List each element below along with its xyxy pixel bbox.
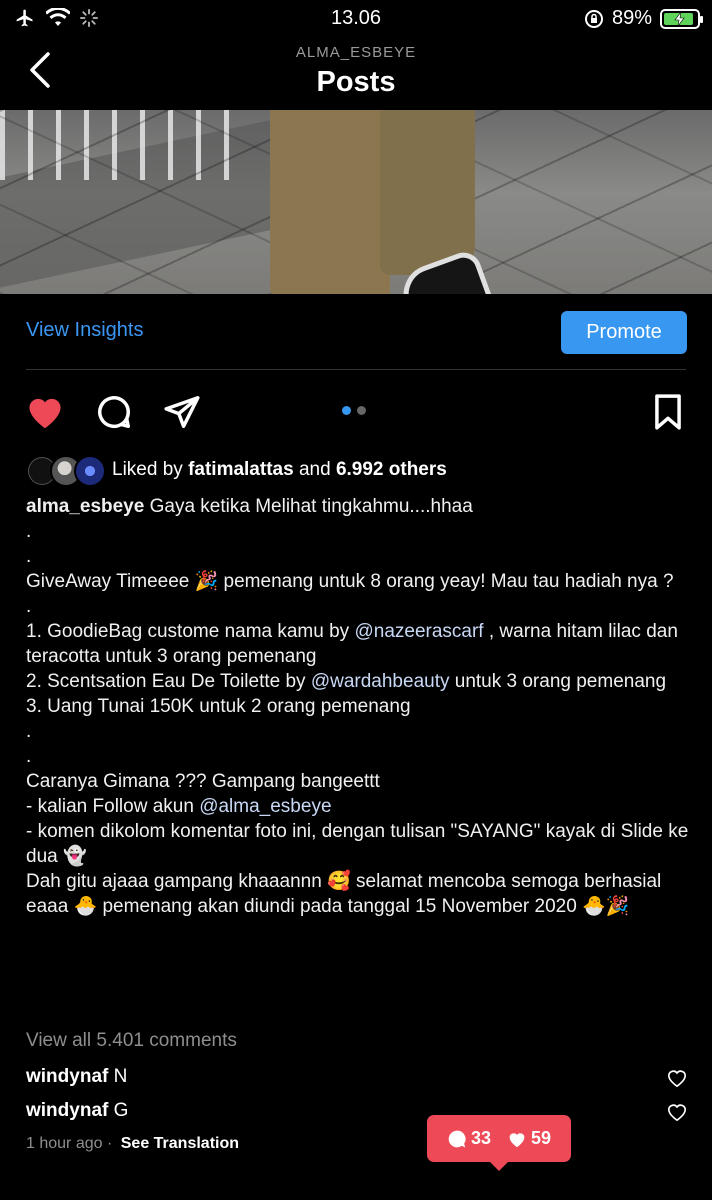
promote-button[interactable]: Promote — [561, 311, 687, 354]
notif-likes: 59 — [507, 1128, 551, 1149]
comment-username[interactable]: windynaf — [26, 1066, 108, 1087]
notif-comments: 33 — [447, 1128, 491, 1149]
avatar — [74, 455, 106, 487]
caption-line: GiveAway Timeeee 🎉 pemenang untuk 8 oran… — [26, 571, 674, 592]
comment-like-icon[interactable] — [666, 1068, 688, 1088]
carousel-dot-active — [342, 406, 351, 415]
caption-line: - komen dikolom komentar foto ini, denga… — [26, 821, 689, 867]
caption-line: . — [26, 521, 32, 542]
view-all-comments-link[interactable]: View all 5.401 comments — [26, 1030, 237, 1052]
mention-link[interactable]: @nazeerascarf — [354, 621, 483, 642]
account-name: ALMA_ESBEYE — [295, 44, 417, 61]
carousel-dot — [357, 406, 366, 415]
status-right-icons: 89% — [584, 7, 703, 30]
caption-line: 1. GoodieBag custome nama kamu by @nazee… — [26, 621, 678, 667]
page-title: Posts — [316, 66, 396, 98]
caption-line: 3. Uang Tunai 150K untuk 2 orang pemenan… — [26, 696, 411, 717]
nav-bar: ALMA_ESBEYE Posts — [0, 36, 712, 110]
mention-link[interactable]: @wardahbeauty — [311, 671, 450, 692]
liker-username[interactable]: fatimalattas — [188, 459, 294, 481]
comment-text: G — [113, 1100, 129, 1121]
caption-line: Dah gitu ajaaa gampang khaaannn 🥰 selama… — [26, 871, 662, 917]
caption-line: . — [26, 721, 32, 742]
comment-like-icon[interactable] — [666, 1102, 688, 1122]
see-translation-link[interactable]: See Translation — [121, 1135, 239, 1152]
caption-line: - kalian Follow akun @alma_esbeye — [26, 796, 332, 817]
post-photo[interactable] — [0, 110, 712, 294]
post-actions — [0, 392, 712, 432]
comment-text: N — [113, 1066, 128, 1087]
caption-line: . — [26, 746, 32, 767]
liker-avatars — [26, 455, 106, 487]
comment-row: windynaf N — [26, 1066, 127, 1088]
likes-others[interactable]: 6.992 others — [336, 459, 447, 481]
likes-summary[interactable]: Liked by fatimalattas and 6.992 others — [26, 455, 447, 487]
divider — [26, 369, 686, 370]
caption-first-line: Gaya ketika Melihat tingkahmu....hhaa — [149, 496, 473, 517]
comment-filled-icon — [448, 1130, 466, 1147]
heart-filled-icon — [509, 1132, 525, 1147]
time-ago: 1 hour ago — [26, 1135, 103, 1152]
share-icon[interactable] — [162, 393, 202, 431]
battery-percent: 89% — [611, 7, 652, 29]
bookmark-icon[interactable] — [650, 393, 686, 431]
comment-icon[interactable] — [94, 393, 134, 431]
meta-separator: · — [106, 1135, 113, 1152]
status-bar: 13.06 89% — [0, 0, 712, 36]
orientation-lock-icon — [584, 9, 603, 28]
caption-line: . — [26, 596, 32, 617]
caption-body: .. GiveAway Timeeee 🎉 pemenang untuk 8 or… — [26, 519, 691, 919]
heart-filled-icon[interactable] — [24, 392, 66, 430]
likes-prefix: Liked by — [112, 459, 183, 480]
view-insights-link[interactable]: View Insights — [26, 319, 143, 342]
likes-connector: and — [298, 459, 331, 480]
post-caption: alma_esbeye Gaya ketika Melihat tingkahm… — [26, 494, 691, 919]
activity-notification[interactable]: 33 59 — [427, 1115, 571, 1171]
caption-line: Caranya Gimana ??? Gampang bangeettt — [26, 771, 380, 792]
battery-charging-icon — [660, 8, 703, 29]
carousel-indicator — [342, 406, 366, 415]
caption-username[interactable]: alma_esbeye — [26, 496, 144, 517]
post-meta: 1 hour ago · See Translation — [26, 1135, 239, 1153]
comment-row: windynaf G — [26, 1100, 128, 1122]
caption-line: . — [26, 546, 32, 567]
caption-line: 2. Scentsation Eau De Toilette by @warda… — [26, 671, 667, 692]
comment-username[interactable]: windynaf — [26, 1100, 108, 1121]
mention-link[interactable]: @alma_esbeye — [199, 796, 331, 817]
